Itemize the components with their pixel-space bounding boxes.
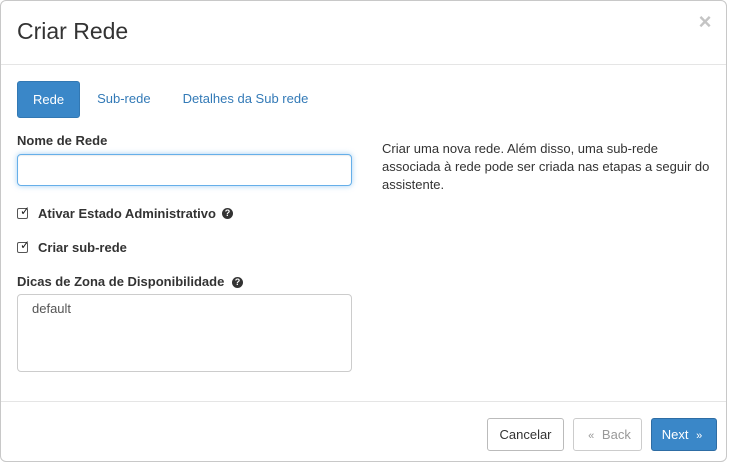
create-subnet-checkbox[interactable]: ✓ xyxy=(17,238,31,253)
chevron-right-icon: » xyxy=(696,430,703,442)
question-circle-icon[interactable]: ? xyxy=(231,277,243,289)
back-button[interactable]: « Back xyxy=(573,418,642,451)
modal-header: Criar Rede × xyxy=(1,1,726,65)
tab-rede[interactable]: Rede xyxy=(17,81,81,118)
next-button-label: Next xyxy=(661,427,689,442)
tab-detalhes-sub-rede[interactable]: Detalhes da Sub rede xyxy=(168,81,324,117)
check-icon: ✓ xyxy=(20,238,31,252)
network-name-label: Nome de Rede xyxy=(17,133,108,148)
cancel-button[interactable]: Cancelar xyxy=(487,418,564,451)
az-hints-label: Dicas de Zona de Disponibilidade xyxy=(17,274,225,289)
question-circle-icon[interactable]: ? xyxy=(221,208,233,219)
create-network-dialog: Criar Rede × Rede Sub-rede Detalhes da S… xyxy=(0,0,727,462)
admin-state-label: Ativar Estado Administrativo xyxy=(38,206,216,221)
admin-state-checkbox[interactable]: ✓ xyxy=(17,204,31,219)
admin-state-row: ✓ Ativar Estado Administrativo ? xyxy=(17,204,233,221)
next-button[interactable]: Next » xyxy=(651,418,717,451)
check-icon: ✓ xyxy=(20,204,31,218)
create-subnet-row: ✓ Criar sub-rede xyxy=(17,238,127,255)
az-hints-select[interactable]: default xyxy=(17,294,352,372)
create-subnet-label: Criar sub-rede xyxy=(38,240,127,255)
tab-sub-rede[interactable]: Sub-rede xyxy=(82,81,165,117)
close-icon[interactable]: × xyxy=(696,11,714,33)
wizard-tabs: Rede Sub-rede Detalhes da Sub rede xyxy=(17,81,325,118)
modal-footer: Cancelar « Back Next » xyxy=(1,401,726,463)
chevron-left-icon: « xyxy=(588,430,595,442)
az-hints-label-row: Dicas de Zona de Disponibilidade ? xyxy=(17,274,243,289)
modal-title: Criar Rede xyxy=(17,18,129,44)
step-help-text: Criar uma nova rede. Além disso, uma sub… xyxy=(382,141,710,192)
back-button-label: Back xyxy=(601,427,631,442)
az-hint-option[interactable]: default xyxy=(18,295,351,322)
network-name-input[interactable] xyxy=(17,154,352,186)
